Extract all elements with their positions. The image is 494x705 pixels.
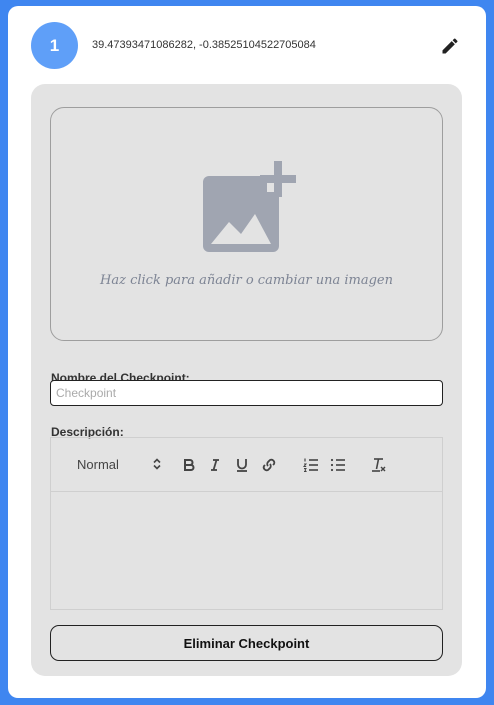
italic-icon [211,459,219,471]
format-select[interactable]: Normal [77,457,161,473]
bold-button[interactable] [180,456,198,474]
ordered-list-icon [302,458,318,472]
format-select-value: Normal [77,457,119,472]
image-upload-area[interactable]: Haz click para añadir o cambiar una imag… [50,107,443,341]
editor-toolbar: Normal [51,438,442,492]
bold-icon [184,459,195,471]
link-button[interactable] [260,456,278,474]
checkpoint-name-input[interactable] [50,380,443,406]
link-icon [262,458,276,472]
clear-format-icon [372,458,386,472]
checkpoint-card: 1 39.47393471086282, -0.3852510452270508… [8,6,486,698]
underline-button[interactable] [233,456,251,474]
checkpoint-number-badge: 1 [31,22,78,69]
delete-checkpoint-button[interactable]: Eliminar Checkpoint [50,625,443,661]
pencil-icon [442,38,458,54]
bullet-list-icon [330,458,345,472]
checkpoint-form-panel: Haz click para añadir o cambiar una imag… [31,84,462,676]
underline-icon [237,459,247,472]
ordered-list-button[interactable] [302,456,320,474]
upload-hint: Haz click para añadir o cambiar una imag… [100,273,393,288]
description-editor: Normal [50,437,443,610]
clear-format-button[interactable] [370,456,388,474]
add-photo-icon [203,161,296,252]
select-arrows-icon [153,458,161,470]
description-text-area[interactable] [51,492,442,609]
italic-button[interactable] [206,456,224,474]
checkpoint-coordinates: 39.47393471086282, -0.38525104522705084 [92,39,316,51]
edit-button[interactable] [438,34,462,58]
bullet-list-button[interactable] [329,456,347,474]
